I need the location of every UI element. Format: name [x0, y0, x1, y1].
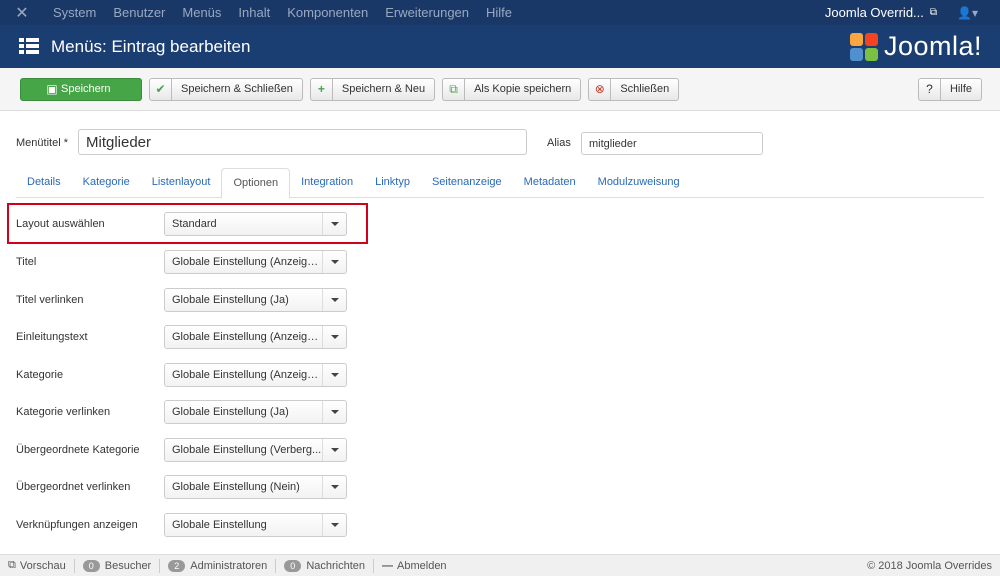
chevron-down-icon	[322, 514, 346, 536]
option-row: Einleitungstext Globale Einstellung (Anz…	[0, 325, 400, 349]
chevron-down-icon	[322, 364, 346, 386]
chevron-down-icon	[322, 326, 346, 348]
tab-modulzuweisung[interactable]: Modulzuweisung	[587, 168, 691, 197]
intro-text-select[interactable]: Globale Einstellung (Anzeigen)	[164, 325, 347, 349]
preview-link[interactable]: ⧉ Vorschau	[0, 558, 75, 573]
copyright: © 2018 Joomla Overrides	[867, 559, 992, 572]
option-row: Layout auswählen Standard	[0, 212, 400, 236]
tab-kategorie[interactable]: Kategorie	[72, 168, 141, 197]
chevron-down-icon	[322, 439, 346, 461]
parent-category-select[interactable]: Globale Einstellung (Verberg...	[164, 438, 347, 462]
page-header: Menüs: Eintrag bearbeiten Joomla!	[0, 25, 1000, 68]
tab-linktyp[interactable]: Linktyp	[364, 168, 421, 197]
option-label: Titel	[16, 256, 37, 268]
tab-optionen[interactable]: Optionen	[221, 168, 291, 199]
joomla-brand-logo: Joomla!	[848, 31, 982, 63]
option-row: Titel Globale Einstellung (Anzeigen)	[0, 250, 400, 274]
menu-benutzer[interactable]: Benutzer	[104, 0, 173, 25]
alias-label: Alias	[547, 137, 571, 149]
copy-icon: ⧉	[443, 78, 466, 100]
alias-input[interactable]: mitglieder	[581, 132, 763, 155]
minus-icon: —	[382, 559, 394, 572]
joomla-icon[interactable]: ✕	[0, 0, 44, 25]
toolbar: ▣ Speichern ✔ Speichern & Schließen + Sp…	[0, 68, 1000, 111]
option-row: Verknüpfungen anzeigen Globale Einstellu…	[0, 513, 400, 537]
title-select[interactable]: Globale Einstellung (Anzeigen)	[164, 250, 347, 274]
top-menu: System Benutzer Menüs Inhalt Komponenten…	[44, 0, 520, 25]
admins-badge: 2	[168, 559, 186, 572]
save-new-button[interactable]: + Speichern & Neu	[309, 77, 436, 101]
tab-details[interactable]: Details	[16, 168, 72, 197]
cancel-icon: ⊗	[589, 78, 612, 100]
joomla-logo-icon	[848, 31, 880, 63]
chevron-down-icon	[322, 251, 346, 273]
option-label: Layout auswählen	[16, 218, 105, 230]
option-label: Übergeordnete Kategorie	[16, 444, 140, 456]
status-bar: ⧉ Vorschau 0 Besucher 2 Administratoren …	[0, 554, 1000, 576]
save-close-button[interactable]: ✔ Speichern & Schließen	[149, 77, 303, 101]
option-label: Verknüpfungen anzeigen	[16, 519, 138, 531]
menu-inhalt[interactable]: Inhalt	[229, 0, 278, 25]
menu-list-icon	[19, 38, 39, 55]
visitors-status[interactable]: 0 Besucher	[75, 558, 161, 573]
menu-erweiterungen[interactable]: Erweiterungen	[376, 0, 477, 25]
messages-status[interactable]: 0 Nachrichten	[276, 558, 375, 573]
option-label: Einleitungstext	[16, 331, 88, 343]
title-link-select[interactable]: Globale Einstellung (Ja)	[164, 288, 347, 312]
admins-status[interactable]: 2 Administratoren	[160, 558, 277, 573]
option-row: Übergeordnete Kategorie Globale Einstell…	[0, 438, 400, 462]
messages-badge: 0	[284, 559, 302, 572]
external-link-icon: ⧉	[929, 7, 938, 18]
save-button[interactable]: ▣ Speichern	[20, 77, 142, 101]
close-button[interactable]: ⊗ Schließen	[588, 77, 680, 101]
option-row: Titel verlinken Globale Einstellung (Ja)	[0, 288, 400, 312]
logout-link[interactable]: — Abmelden	[374, 559, 455, 573]
top-navbar: ✕ System Benutzer Menüs Inhalt Komponent…	[0, 0, 1000, 25]
option-label: Titel verlinken	[16, 294, 84, 306]
question-icon: ?	[919, 78, 941, 100]
chevron-down-icon	[322, 401, 346, 423]
chevron-down-icon	[322, 289, 346, 311]
parent-link-select[interactable]: Globale Einstellung (Nein)	[164, 475, 347, 499]
help-button[interactable]: ? Hilfe	[917, 77, 982, 101]
option-row: Kategorie Globale Einstellung (Anzeigen)	[0, 363, 400, 387]
check-icon: ✔	[150, 78, 172, 100]
category-link-select[interactable]: Globale Einstellung (Ja)	[164, 400, 347, 424]
page-title: Menüs: Eintrag bearbeiten	[51, 36, 251, 56]
tab-metadaten[interactable]: Metadaten	[513, 168, 587, 197]
brand-wordmark: Joomla!	[883, 31, 982, 61]
menu-komponenten[interactable]: Komponenten	[278, 0, 376, 25]
visitors-badge: 0	[82, 559, 100, 572]
save-icon: ▣	[46, 82, 58, 96]
layout-select[interactable]: Standard	[164, 212, 347, 236]
option-label: Kategorie	[16, 369, 64, 381]
title-label: Menütitel *	[16, 137, 68, 149]
chevron-down-icon	[322, 476, 346, 498]
site-link[interactable]: Joomla Overrid...	[825, 5, 930, 20]
menu-menues[interactable]: Menüs	[173, 0, 229, 25]
links-select[interactable]: Globale Einstellung	[164, 513, 347, 537]
category-select[interactable]: Globale Einstellung (Anzeigen)	[164, 363, 347, 387]
option-row: Übergeordnet verlinken Globale Einstellu…	[0, 475, 400, 499]
tab-integration[interactable]: Integration	[290, 168, 364, 197]
user-icon[interactable]: 👤▾	[957, 6, 978, 20]
save-copy-button[interactable]: ⧉ Als Kopie speichern	[442, 77, 582, 101]
tab-bar: Details Kategorie Listenlayout Optionen …	[16, 168, 984, 199]
menu-system[interactable]: System	[44, 0, 104, 25]
title-input[interactable]: Mitglieder	[78, 129, 527, 155]
option-label: Kategorie verlinken	[16, 406, 111, 418]
top-right: Joomla Overrid... ⧉ 👤▾	[825, 5, 1000, 20]
option-row: Kategorie verlinken Globale Einstellung …	[0, 400, 400, 424]
menu-hilfe[interactable]: Hilfe	[477, 0, 520, 25]
plus-icon: +	[311, 78, 333, 100]
external-link-icon: ⧉	[8, 559, 16, 571]
title-row: Menütitel * Mitglieder Alias mitglieder	[0, 129, 1000, 159]
option-label: Übergeordnet verlinken	[16, 481, 131, 493]
tab-seitenanzeige[interactable]: Seitenanzeige	[421, 168, 513, 197]
chevron-down-icon	[322, 213, 346, 235]
tab-listenlayout[interactable]: Listenlayout	[141, 168, 222, 197]
